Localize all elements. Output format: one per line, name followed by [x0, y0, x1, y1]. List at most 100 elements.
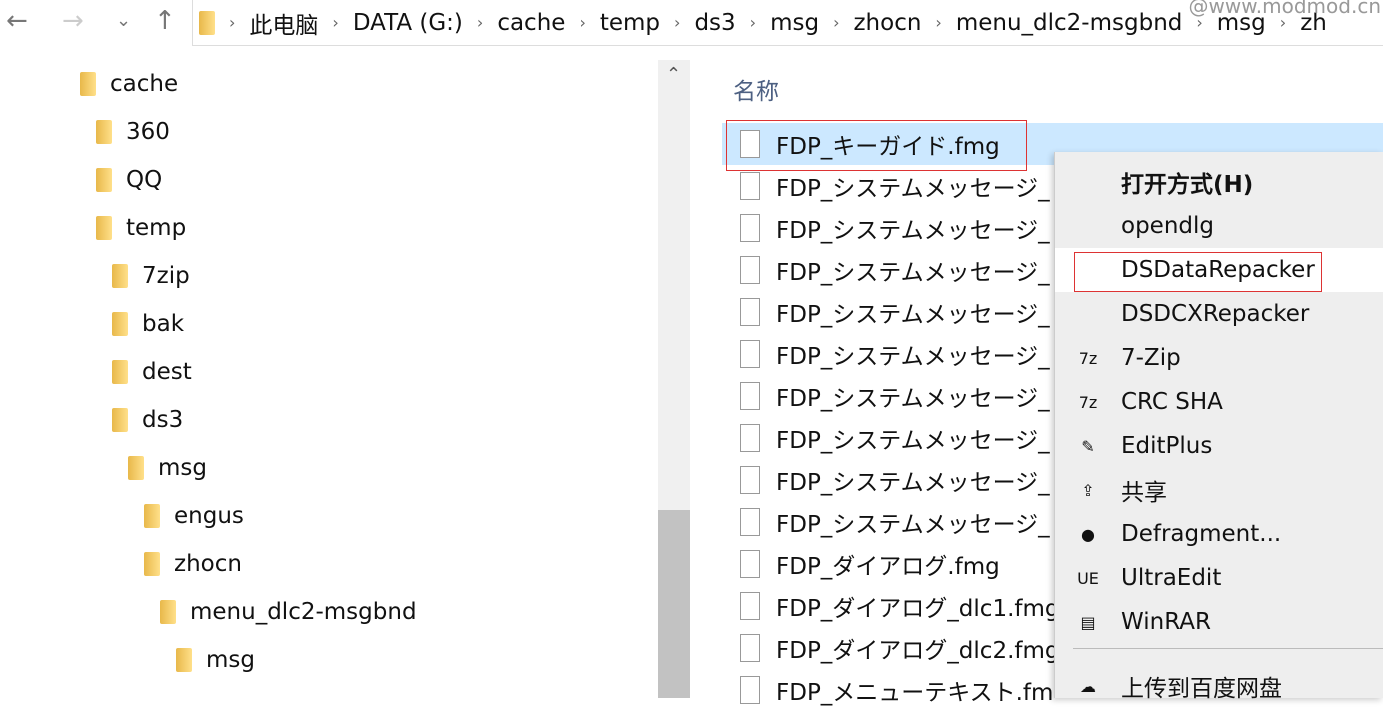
tree-item-label: temp: [126, 215, 187, 241]
app-icon: UE: [1077, 568, 1099, 588]
file-icon: [740, 382, 760, 410]
breadcrumb-separator-icon[interactable]: ›: [477, 13, 483, 32]
menu-item[interactable]: ● Defragment...: [1055, 512, 1383, 556]
menu-item-label: opendlg: [1121, 213, 1214, 239]
app-icon: ▤: [1080, 612, 1096, 632]
tree-item[interactable]: zhocn: [144, 544, 242, 584]
breadcrumb-item[interactable]: menu_dlc2-msgbnd: [956, 10, 1183, 36]
breadcrumb-separator-icon[interactable]: ›: [750, 13, 756, 32]
tree-item[interactable]: msg: [128, 448, 207, 488]
breadcrumb-separator-icon[interactable]: ›: [332, 13, 338, 32]
tree-item-label: zhocn: [174, 551, 242, 577]
file-icon: [740, 340, 760, 368]
tree-item-label: 360: [126, 119, 170, 145]
menu-item-label: Defragment...: [1121, 521, 1282, 547]
folder-icon: [112, 360, 128, 384]
folder-icon: [96, 168, 112, 192]
file-icon: [740, 550, 760, 578]
back-button[interactable]: ←: [6, 6, 28, 36]
menu-item[interactable]: UE UltraEdit: [1055, 556, 1383, 600]
recent-dropdown[interactable]: ⌄: [116, 10, 131, 31]
breadcrumb-separator-icon[interactable]: ›: [229, 13, 235, 32]
menu-item[interactable]: ☁ 上传到百度网盘: [1055, 664, 1383, 708]
menu-item[interactable]: DSDCXRepacker: [1055, 292, 1383, 336]
app-icon: 7z: [1078, 348, 1098, 368]
up-button[interactable]: ↑: [154, 6, 176, 36]
breadcrumb-item[interactable]: ds3: [694, 10, 735, 36]
scroll-up-icon[interactable]: ⌃: [666, 64, 681, 85]
file-name: FDP_システムメッセージ_: [776, 386, 1050, 412]
folder-icon: [112, 312, 128, 336]
folder-icon: [96, 120, 112, 144]
file-icon: [740, 298, 760, 326]
tree-item[interactable]: temp: [96, 208, 186, 248]
breadcrumb-item[interactable]: 此电脑: [249, 6, 318, 40]
folder-icon: [96, 216, 112, 240]
tree-item[interactable]: QQ: [96, 160, 162, 200]
forward-button[interactable]: →: [62, 6, 84, 36]
menu-item[interactable]: ▤ WinRAR: [1055, 600, 1383, 644]
scroll-thumb[interactable]: [658, 510, 690, 698]
menu-item-label: CRC SHA: [1121, 389, 1223, 415]
tree-item[interactable]: ds3: [112, 400, 183, 440]
tree-item-label: QQ: [126, 167, 163, 193]
file-icon: [740, 634, 760, 662]
file-name: FDP_メニューテキスト.fm: [776, 680, 1054, 706]
file-name: FDP_システムメッセージ_: [776, 428, 1050, 454]
tree-item[interactable]: msg: [176, 640, 255, 680]
menu-item-label: EditPlus: [1121, 433, 1213, 459]
menu-separator: [1073, 648, 1383, 649]
tree-item[interactable]: 360: [96, 112, 170, 152]
breadcrumb-item[interactable]: msg: [770, 10, 819, 36]
breadcrumb-separator-icon[interactable]: ›: [674, 13, 680, 32]
tree-item[interactable]: bak: [112, 304, 184, 344]
breadcrumb-separator-icon[interactable]: ›: [833, 13, 839, 32]
address-bar[interactable]: @www.modmod.cn › 此电脑 › DATA (G:) › cache › temp…: [192, 0, 1383, 46]
nav-buttons: ← → ⌄ ↑: [0, 0, 192, 46]
file-name: FDP_ダイアログ_dlc1.fmg: [776, 596, 1060, 622]
menu-item[interactable]: ✎ EditPlus: [1055, 424, 1383, 468]
highlight-box: [726, 120, 1027, 171]
menu-item[interactable]: 7z CRC SHA: [1055, 380, 1383, 424]
file-icon: [740, 676, 760, 704]
breadcrumb-item[interactable]: cache: [497, 10, 565, 36]
file-name: FDP_システムメッセージ_: [776, 302, 1050, 328]
menu-item[interactable]: ⇪ 共享: [1055, 468, 1383, 512]
file-name: FDP_システムメッセージ_: [776, 470, 1050, 496]
file-icon: [740, 508, 760, 536]
folder-icon: [112, 264, 128, 288]
breadcrumb-separator-icon[interactable]: ›: [579, 13, 585, 32]
breadcrumb-separator-icon[interactable]: ›: [935, 13, 941, 32]
folder-icon: [144, 504, 160, 528]
tree-item[interactable]: dest: [112, 352, 192, 392]
file-name: FDP_システムメッセージ_: [776, 512, 1050, 538]
app-icon: ●: [1081, 524, 1095, 544]
menu-item-label: DSDCXRepacker: [1121, 301, 1310, 327]
folder-icon: [160, 600, 176, 624]
folder-icon: [144, 552, 160, 576]
breadcrumb-item[interactable]: DATA (G:): [353, 10, 463, 36]
tree-item[interactable]: 7zip: [112, 256, 190, 296]
breadcrumb-item[interactable]: zhocn: [853, 10, 921, 36]
file-icon: [740, 172, 760, 200]
menu-item[interactable]: 7z 7-Zip: [1055, 336, 1383, 380]
tree-item-label: bak: [142, 311, 185, 337]
breadcrumb-item[interactable]: temp: [600, 10, 660, 36]
menu-item[interactable]: 打开方式(H): [1055, 160, 1383, 204]
folder-icon: [80, 72, 96, 96]
file-icon: [740, 466, 760, 494]
tree-item[interactable]: cache: [80, 64, 178, 104]
tree-item-label: msg: [206, 647, 255, 673]
tree-item[interactable]: engus: [144, 496, 244, 536]
tree-item-label: ds3: [142, 407, 184, 433]
file-name: FDP_システムメッセージ_: [776, 176, 1050, 202]
column-header-name[interactable]: 名称: [733, 72, 779, 106]
menu-item[interactable]: opendlg: [1055, 204, 1383, 248]
file-name: FDP_ダイアログ_dlc2.fmg: [776, 638, 1060, 664]
menu-item-label: 共享: [1121, 480, 1167, 506]
highlight-box-menu: [1074, 252, 1322, 292]
navigation-tree: cache 360 QQ temp 7zip bak dest ds3 msg engus zhoc…: [0, 60, 658, 698]
tree-item-label: msg: [158, 455, 207, 481]
tree-item[interactable]: menu_dlc2-msgbnd: [160, 592, 417, 632]
tree-scrollbar[interactable]: ⌃: [658, 60, 690, 698]
